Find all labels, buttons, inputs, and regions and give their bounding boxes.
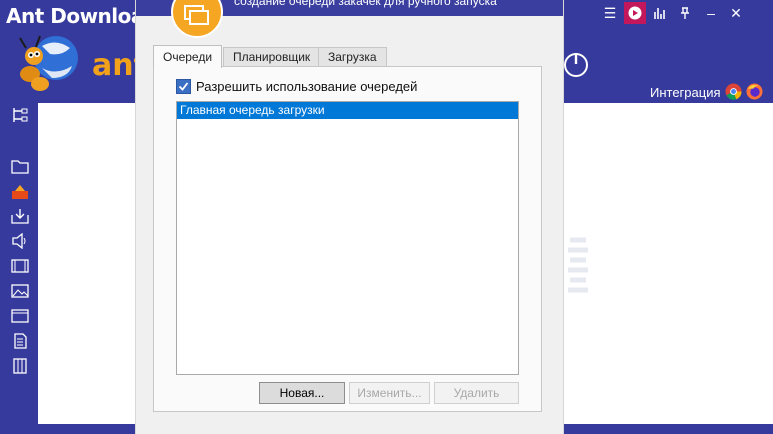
- power-icon[interactable]: [562, 50, 590, 78]
- minimize-icon[interactable]: –: [700, 2, 722, 24]
- upload-icon[interactable]: [11, 184, 29, 200]
- close-icon[interactable]: ✕: [725, 2, 747, 24]
- archive-icon[interactable]: [11, 358, 29, 374]
- downloads-list-left: [38, 103, 136, 424]
- tree-icon[interactable]: [11, 107, 29, 123]
- enable-queues-label: Разрешить использование очередей: [196, 78, 418, 94]
- edit-queue-button[interactable]: Изменить...: [349, 382, 430, 404]
- ant-logo-icon: [19, 35, 78, 91]
- dialog-subtitle: создание очереди закачек для ручного зап…: [234, 0, 497, 8]
- play-circle-icon: [628, 6, 642, 20]
- firefox-icon[interactable]: [746, 83, 763, 100]
- download-icon[interactable]: [11, 208, 29, 224]
- play-icon[interactable]: [624, 2, 646, 24]
- queue-dialog: создание очереди закачек для ручного зап…: [135, 0, 564, 434]
- window-icon[interactable]: [11, 308, 29, 324]
- tab-scheduler[interactable]: Планировщик: [223, 47, 321, 67]
- video-icon[interactable]: [11, 258, 29, 274]
- tab-download[interactable]: Загрузка: [318, 47, 387, 67]
- equalizer-bars-icon: [654, 8, 665, 19]
- tab-queues[interactable]: Очереди: [153, 45, 223, 68]
- downloads-list-right: [562, 103, 773, 424]
- chrome-icon[interactable]: [725, 83, 742, 100]
- pushpin-icon: [681, 7, 689, 19]
- sidebar: [0, 102, 38, 434]
- document-icon[interactable]: [11, 333, 29, 349]
- stacked-windows-icon: [184, 5, 209, 25]
- enable-queues-row[interactable]: Разрешить использование очередей: [176, 78, 417, 94]
- checkmark-icon: [178, 81, 189, 91]
- audio-icon[interactable]: [11, 233, 29, 249]
- folder-icon[interactable]: [11, 158, 29, 174]
- list-item[interactable]: Главная очередь загрузки: [177, 102, 518, 119]
- new-queue-button[interactable]: Новая...: [259, 382, 345, 404]
- equalizer-icon[interactable]: [649, 2, 671, 24]
- menu-icon[interactable]: ☰: [599, 2, 621, 24]
- integration-label[interactable]: Интеграция: [650, 85, 721, 100]
- image-icon[interactable]: [11, 283, 29, 299]
- queue-icon: [171, 0, 223, 38]
- queue-listbox[interactable]: Главная очередь загрузки: [176, 101, 519, 375]
- delete-queue-button[interactable]: Удалить: [434, 382, 519, 404]
- watermark-icon: [568, 237, 588, 293]
- enable-queues-checkbox[interactable]: [176, 78, 191, 94]
- pin-icon[interactable]: [674, 2, 696, 24]
